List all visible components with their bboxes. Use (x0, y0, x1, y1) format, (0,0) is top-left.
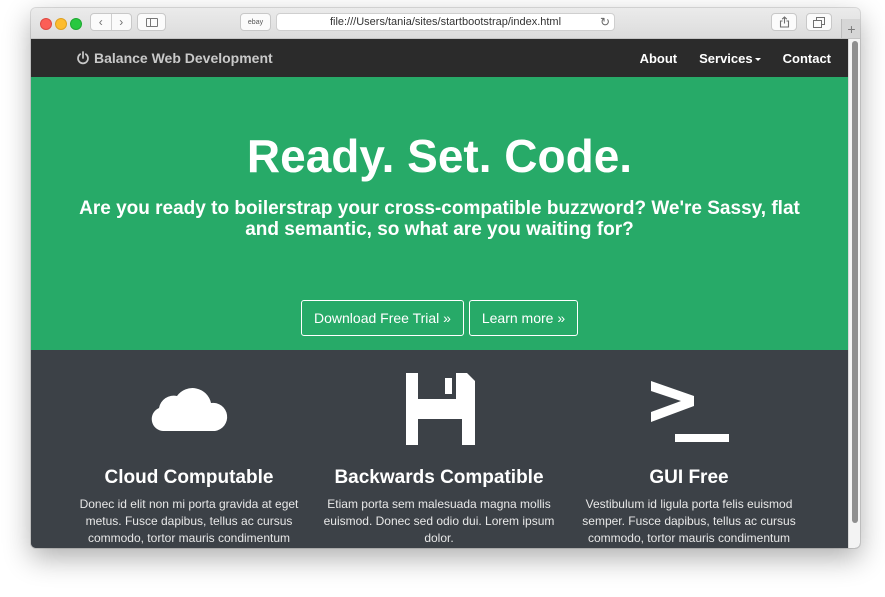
forward-button[interactable]: › (112, 14, 132, 30)
favorite-ebay-button[interactable]: ebay (240, 13, 271, 31)
scrollbar-thumb[interactable] (852, 41, 858, 523)
download-trial-button[interactable]: Download Free Trial » (301, 300, 464, 336)
site-brand[interactable]: Balance Web Development (76, 39, 273, 77)
new-tab-button[interactable]: + (841, 19, 860, 38)
hero-subtitle: Are you ready to boilerstrap your cross-… (79, 198, 800, 240)
reload-icon[interactable]: ↻ (600, 14, 610, 30)
address-bar[interactable]: file:///Users/tania/sites/startbootstrap… (276, 13, 615, 31)
cloud-icon (151, 388, 228, 431)
feature-text: Etiam porta sem malesuada magna mollis e… (323, 497, 555, 545)
site-navbar: Balance Web Development About Services C… (31, 39, 848, 77)
nav-about[interactable]: About (640, 51, 678, 66)
feature-title: GUI Free (649, 467, 729, 488)
back-button[interactable]: ‹ (91, 14, 111, 30)
nav-contact[interactable]: Contact (783, 51, 831, 66)
nav-services-dropdown[interactable]: Services (699, 51, 761, 66)
power-icon (77, 51, 89, 65)
tabs-overview-icon (813, 16, 825, 28)
minimize-window-button[interactable] (55, 18, 67, 30)
nav-services-label: Services (699, 50, 753, 66)
feature-title: Backwards Compatible (334, 467, 544, 488)
nav-links: About Services Contact (640, 39, 831, 77)
address-url: file:///Users/tania/sites/startbootstrap… (329, 16, 562, 28)
learn-more-button[interactable]: Learn more » (469, 300, 578, 336)
show-tabs-button[interactable] (806, 13, 832, 31)
browser-toolbar: ‹ › ebay file:///Users/tania/sites/start… (31, 8, 860, 39)
floppy-disk-icon (406, 373, 475, 445)
share-button[interactable] (771, 13, 797, 31)
feature-text: Vestibulum id ligula porta felis euismod… (582, 497, 796, 545)
hero-buttons: Download Free Trial » Learn more » (31, 300, 848, 336)
back-forward-group: ‹ › (90, 13, 132, 31)
zoom-window-button[interactable] (70, 18, 82, 30)
close-window-button[interactable] (40, 18, 52, 30)
browser-window: ‹ › ebay file:///Users/tania/sites/start… (31, 8, 860, 548)
page-viewport: Balance Web Development About Services C… (31, 39, 860, 548)
features-section: Cloud Computable Donec id elit non mi po… (31, 350, 848, 548)
sidebar-toggle-button[interactable] (137, 13, 166, 31)
sidebar-icon (145, 17, 158, 27)
hero-section: Ready. Set. Code. Are you ready to boile… (31, 77, 848, 350)
feature-title: Cloud Computable (104, 467, 274, 488)
share-icon (779, 16, 789, 28)
caret-down-icon (754, 57, 761, 61)
vertical-scrollbar[interactable] (848, 39, 860, 548)
terminal-icon (651, 381, 729, 442)
hero-title: Ready. Set. Code. (246, 130, 633, 182)
feature-text: Donec id elit non mi porta gravida at eg… (79, 497, 299, 545)
brand-name: Balance Web Development (94, 50, 273, 66)
